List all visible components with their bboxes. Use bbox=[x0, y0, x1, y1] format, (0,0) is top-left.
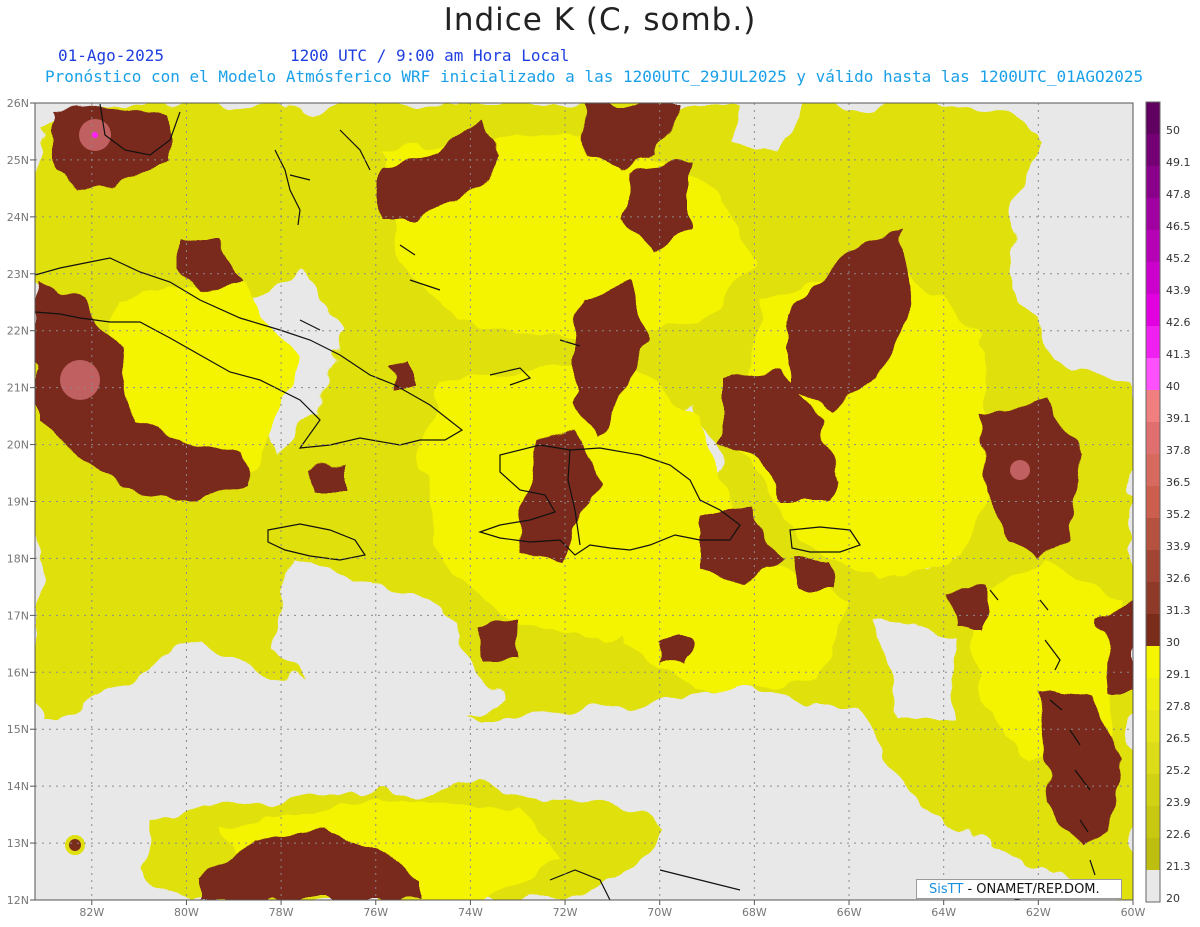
color-legend: 50 49.1 47.8 46.5 45.2 43.9 42.6 41.3 40 39.1 37.8… bbox=[1145, 101, 1191, 905]
map-field bbox=[35, 103, 1133, 900]
legend-label: 50 bbox=[1166, 124, 1180, 137]
lat-label: 14N bbox=[7, 780, 29, 793]
legend-swatch bbox=[1146, 230, 1160, 262]
lat-label: 15N bbox=[7, 723, 29, 736]
lat-label: 24N bbox=[7, 211, 29, 224]
lon-label: 74W bbox=[458, 906, 483, 919]
legend-label: 40 bbox=[1166, 380, 1180, 393]
legend-label: 35.2 bbox=[1166, 508, 1191, 521]
legend-swatch bbox=[1146, 838, 1160, 870]
lon-label: 76W bbox=[363, 906, 388, 919]
legend-swatch bbox=[1146, 422, 1160, 454]
legend-swatch bbox=[1146, 134, 1160, 166]
legend-swatch bbox=[1146, 806, 1160, 838]
legend-label: 45.2 bbox=[1166, 252, 1191, 265]
legend-label: 42.6 bbox=[1166, 316, 1191, 329]
lat-label: 23N bbox=[7, 268, 29, 281]
legend-label: 46.5 bbox=[1166, 220, 1191, 233]
lon-label: 60W bbox=[1121, 906, 1146, 919]
max-k-spot bbox=[92, 132, 98, 138]
lat-label: 22N bbox=[7, 325, 29, 338]
legend-swatch bbox=[1146, 198, 1160, 230]
longitude-labels: 82W 80W 78W 76W 74W 72W 70W 68W 66W 64W 62W 60W bbox=[79, 900, 1146, 919]
legend-swatch bbox=[1146, 582, 1160, 614]
lat-label: 25N bbox=[7, 154, 29, 167]
legend-swatch bbox=[1146, 550, 1160, 582]
lat-label: 26N bbox=[7, 97, 29, 110]
lon-label: 78W bbox=[269, 906, 294, 919]
legend-swatch bbox=[1146, 326, 1160, 358]
latitude-labels: 26N 25N 24N 23N 22N 21N 20N 19N 18N 17N 16N 15N 14N 1… bbox=[7, 97, 35, 907]
lat-label: 19N bbox=[7, 496, 29, 509]
legend-swatch bbox=[1146, 614, 1160, 646]
legend-label: 32.6 bbox=[1166, 572, 1191, 585]
lat-label: 21N bbox=[7, 382, 29, 395]
lat-label: 18N bbox=[7, 552, 29, 565]
legend-label: 29.1 bbox=[1166, 668, 1191, 681]
legend-label: 37.8 bbox=[1166, 444, 1191, 457]
legend-swatch bbox=[1146, 294, 1160, 326]
credit-box: SisTT - ONAMET/REP.DOM. bbox=[916, 879, 1122, 899]
k-index-map: 26N 25N 24N 23N 22N 21N 20N 19N 18N 17N 16N 15N 14N 1… bbox=[7, 97, 1191, 919]
legend-swatch bbox=[1146, 742, 1160, 774]
legend-label: 27.8 bbox=[1166, 700, 1191, 713]
lon-label: 80W bbox=[174, 906, 199, 919]
legend-label: 41.3 bbox=[1166, 348, 1191, 361]
legend-label: 26.5 bbox=[1166, 732, 1191, 745]
legend-swatch bbox=[1146, 390, 1160, 422]
legend-label: 22.6 bbox=[1166, 828, 1191, 841]
legend-swatch bbox=[1146, 454, 1160, 486]
lon-label: 70W bbox=[647, 906, 672, 919]
lat-label: 20N bbox=[7, 439, 29, 452]
lat-label: 13N bbox=[7, 837, 29, 850]
lat-label: 12N bbox=[7, 894, 29, 907]
lon-label: 64W bbox=[931, 906, 956, 919]
legend-swatch bbox=[1146, 870, 1160, 902]
lon-label: 62W bbox=[1026, 906, 1051, 919]
legend-label: 33.9 bbox=[1166, 540, 1191, 553]
isolated-cell bbox=[65, 835, 85, 855]
legend-label: 21.3 bbox=[1166, 860, 1191, 873]
legend-label: 25.2 bbox=[1166, 764, 1191, 777]
legend-swatch bbox=[1146, 358, 1160, 390]
lon-label: 68W bbox=[742, 906, 767, 919]
legend-swatch bbox=[1146, 166, 1160, 198]
legend-swatch bbox=[1146, 486, 1160, 518]
legend-swatch bbox=[1146, 710, 1160, 742]
legend-label: 36.5 bbox=[1166, 476, 1191, 489]
legend-label: 30 bbox=[1166, 636, 1180, 649]
legend-label: 43.9 bbox=[1166, 284, 1191, 297]
lon-label: 82W bbox=[79, 906, 104, 919]
legend-swatch bbox=[1146, 262, 1160, 294]
legend-swatch bbox=[1146, 774, 1160, 806]
legend-swatch bbox=[1146, 646, 1160, 678]
sistema-logo-text: SisTT bbox=[929, 882, 964, 897]
legend-label: 49.1 bbox=[1166, 156, 1191, 169]
legend-swatch bbox=[1146, 678, 1160, 710]
lon-label: 72W bbox=[553, 906, 578, 919]
legend-label: 31.3 bbox=[1166, 604, 1191, 617]
lat-label: 16N bbox=[7, 666, 29, 679]
legend-label: 23.9 bbox=[1166, 796, 1191, 809]
legend-label: 20 bbox=[1166, 892, 1180, 905]
lon-label: 66W bbox=[837, 906, 862, 919]
organization-label: - ONAMET/REP.DOM. bbox=[967, 882, 1100, 897]
legend-swatch bbox=[1146, 518, 1160, 550]
legend-label: 39.1 bbox=[1166, 412, 1191, 425]
legend-label: 47.8 bbox=[1166, 188, 1191, 201]
legend-swatch bbox=[1146, 102, 1160, 134]
lat-label: 17N bbox=[7, 609, 29, 622]
